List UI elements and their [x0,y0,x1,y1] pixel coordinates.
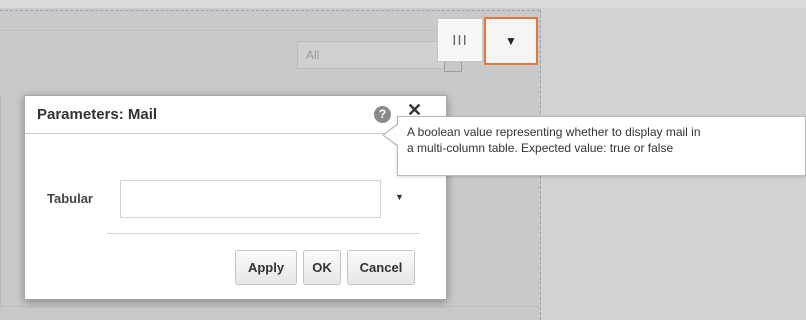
apply-button[interactable]: Apply [235,250,297,285]
tabular-label: Tabular [47,191,93,206]
dialog-divider [107,233,420,234]
chevron-down-icon[interactable]: ▼ [395,192,404,202]
tooltip-line-1: A boolean value representing whether to … [407,125,701,139]
help-icon[interactable]: ? [374,106,391,123]
cancel-button[interactable]: Cancel [347,250,415,285]
help-tooltip: A boolean value representing whether to … [397,116,806,176]
dropdown-icon: ▼ [505,34,517,48]
filter-field[interactable]: All [297,41,447,69]
panel-left-edge [0,96,1,306]
columns-button[interactable]: III [437,18,483,62]
dialog-title: Parameters: Mail [37,106,158,123]
columns-icon: III [452,31,468,49]
tooltip-line-2: a multi-column table. Expected value: tr… [407,141,674,155]
top-strip [0,0,806,8]
tooltip-arrow-fill [384,124,399,146]
ok-button[interactable]: OK [303,250,341,285]
menu-dropdown-button[interactable]: ▼ [484,17,538,65]
tabular-input[interactable] [120,180,381,218]
panel-bottom-edge [0,306,540,307]
selection-border-top [0,10,540,11]
